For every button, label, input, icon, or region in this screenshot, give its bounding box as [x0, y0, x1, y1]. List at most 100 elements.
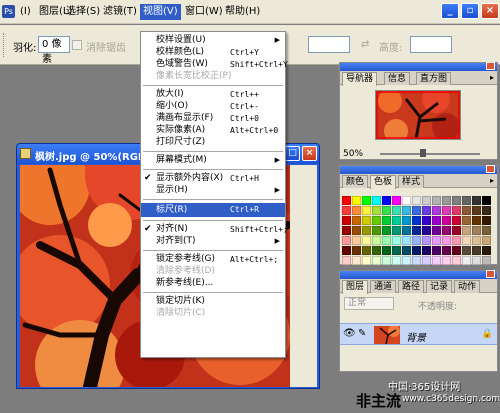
color-swatch[interactable]	[402, 256, 411, 265]
tab-history[interactable]: 记录	[426, 280, 453, 293]
photoshop-app-icon[interactable]: Ps	[2, 5, 15, 18]
color-swatch[interactable]	[392, 236, 401, 245]
color-swatch[interactable]	[362, 216, 371, 225]
document-close-button[interactable]: ×	[302, 146, 317, 161]
color-swatch[interactable]	[382, 206, 391, 215]
color-swatch[interactable]	[372, 226, 381, 235]
view-menu-item[interactable]: 新参考线(E)...	[141, 278, 285, 289]
color-swatch[interactable]	[342, 236, 351, 245]
color-swatch[interactable]	[392, 216, 401, 225]
panel-close-icon[interactable]	[486, 62, 495, 70]
tab-layers[interactable]: 图层	[342, 280, 369, 294]
color-swatch[interactable]	[422, 236, 431, 245]
color-swatch[interactable]	[482, 256, 491, 265]
color-swatch[interactable]	[412, 246, 421, 255]
color-swatch[interactable]	[372, 256, 381, 265]
color-swatch[interactable]	[382, 216, 391, 225]
color-swatch[interactable]	[422, 256, 431, 265]
color-swatch[interactable]	[352, 226, 361, 235]
color-swatch[interactable]	[352, 246, 361, 255]
color-swatch[interactable]	[342, 196, 351, 205]
color-swatch[interactable]	[412, 256, 421, 265]
color-swatch[interactable]	[382, 226, 391, 235]
color-swatch[interactable]	[482, 236, 491, 245]
color-swatch[interactable]	[472, 196, 481, 205]
color-swatch[interactable]	[432, 206, 441, 215]
color-swatch[interactable]	[392, 206, 401, 215]
color-swatch[interactable]	[362, 226, 371, 235]
navigator-preview[interactable]	[375, 85, 461, 143]
color-swatch[interactable]	[482, 206, 491, 215]
tab-styles[interactable]: 样式	[398, 175, 425, 188]
color-swatch[interactable]	[472, 236, 481, 245]
feather-input[interactable]: 0 像素	[38, 36, 70, 65]
color-swatch[interactable]	[452, 226, 461, 235]
color-swatch[interactable]	[392, 256, 401, 265]
menu-select[interactable]: 选择(S)	[63, 4, 103, 20]
color-swatch[interactable]	[412, 206, 421, 215]
color-swatch[interactable]	[472, 216, 481, 225]
color-swatch[interactable]	[382, 256, 391, 265]
tab-actions[interactable]: 动作	[454, 280, 481, 293]
menu-window[interactable]: 窗口(W)	[182, 4, 226, 20]
color-swatch[interactable]	[402, 236, 411, 245]
color-swatch[interactable]	[392, 226, 401, 235]
color-swatch[interactable]	[432, 256, 441, 265]
color-swatch[interactable]	[462, 236, 471, 245]
view-menu-item[interactable]: 屏幕模式(M) ▶	[141, 155, 285, 166]
height-input[interactable]	[410, 36, 452, 53]
color-swatch[interactable]	[352, 216, 361, 225]
color-swatch[interactable]	[342, 216, 351, 225]
color-swatch[interactable]	[342, 256, 351, 265]
view-menu-item[interactable]: 对齐到(T) ▶	[141, 236, 285, 247]
color-swatch[interactable]	[412, 216, 421, 225]
color-swatch[interactable]	[382, 246, 391, 255]
view-menu-item[interactable]: 满画布显示(F) Ctrl+0	[141, 113, 285, 124]
color-swatch[interactable]	[442, 196, 451, 205]
color-swatch[interactable]	[352, 236, 361, 245]
view-menu-item[interactable]: 打印尺寸(Z)	[141, 137, 285, 148]
color-swatch[interactable]	[432, 216, 441, 225]
color-swatch[interactable]	[462, 246, 471, 255]
color-swatch[interactable]	[432, 226, 441, 235]
menu-image[interactable]: (I)	[17, 4, 34, 20]
menu-filter[interactable]: 滤镜(T)	[100, 4, 140, 20]
color-swatch[interactable]	[372, 236, 381, 245]
color-swatch[interactable]	[482, 226, 491, 235]
restore-button[interactable]: ▫	[461, 3, 479, 19]
minimize-button[interactable]: _	[441, 3, 459, 19]
width-input[interactable]	[308, 36, 350, 53]
color-swatch[interactable]	[472, 256, 481, 265]
navigator-zoom-handle[interactable]	[420, 149, 426, 157]
color-swatch[interactable]	[412, 236, 421, 245]
color-swatch[interactable]	[382, 196, 391, 205]
navigator-zoom-slider[interactable]	[380, 153, 480, 155]
color-swatch[interactable]	[482, 216, 491, 225]
tab-histogram[interactable]: 直方图	[416, 72, 452, 85]
color-swatch[interactable]	[422, 216, 431, 225]
color-swatch[interactable]	[442, 216, 451, 225]
color-swatch[interactable]	[442, 226, 451, 235]
color-swatch[interactable]	[462, 206, 471, 215]
panel-close-icon[interactable]	[486, 165, 495, 173]
color-swatch[interactable]	[352, 206, 361, 215]
view-menu-item[interactable]: 实际像素(A) Alt+Ctrl+0	[141, 125, 285, 136]
color-swatch[interactable]	[362, 236, 371, 245]
color-swatch[interactable]	[442, 246, 451, 255]
color-swatch[interactable]	[472, 206, 481, 215]
color-swatch[interactable]	[472, 226, 481, 235]
color-swatch[interactable]	[372, 246, 381, 255]
color-swatch[interactable]	[342, 206, 351, 215]
color-swatch[interactable]	[352, 256, 361, 265]
antialias-checkbox[interactable]	[72, 40, 82, 50]
view-menu-item[interactable]: 锁定参考线(G) Alt+Ctrl+;	[141, 254, 285, 265]
color-swatch[interactable]	[452, 196, 461, 205]
menu-view[interactable]: 视图(V)	[140, 4, 181, 20]
color-swatch[interactable]	[342, 246, 351, 255]
color-swatch[interactable]	[422, 196, 431, 205]
swap-icon[interactable]: ⇄	[361, 39, 369, 50]
color-swatch[interactable]	[472, 246, 481, 255]
tab-color[interactable]: 颜色	[342, 175, 369, 188]
view-menu-item[interactable]: 标尺(R) Ctrl+R	[141, 203, 285, 217]
color-swatch[interactable]	[422, 206, 431, 215]
